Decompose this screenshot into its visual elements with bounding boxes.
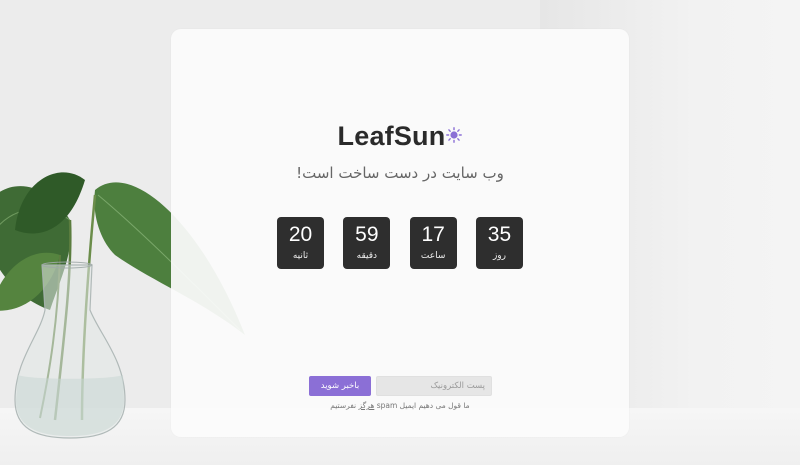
seconds-label: ثانیه <box>292 251 309 261</box>
countdown: 35 روز 17 ساعت 59 دقیقه 20 ثانیه <box>277 217 523 269</box>
countdown-hours: 17 ساعت <box>409 217 457 269</box>
minutes-label: دقیقه <box>356 251 378 261</box>
subscribe-form: باخبر شوید <box>309 376 492 396</box>
countdown-days: 35 روز <box>475 217 523 269</box>
coming-soon-card: LeafSun وب سایت در دست ساخت است! 35 روز … <box>171 29 629 437</box>
email-input[interactable] <box>376 376 492 396</box>
countdown-seconds: 20 ثانیه <box>277 217 324 269</box>
hours-label: ساعت <box>420 251 446 261</box>
logo-text: LeafSun <box>337 121 446 151</box>
sun-icon <box>446 119 463 143</box>
subscribe-button[interactable]: باخبر شوید <box>309 376 371 396</box>
note-text-before: ما قول می دهیم ایمیل spam <box>374 401 470 410</box>
hours-value: 17 <box>421 223 445 246</box>
no-spam-note: ما قول می دهیم ایمیل spam هرگز نفرستیم <box>171 401 629 410</box>
note-text-after: نفرستیم <box>330 401 359 410</box>
seconds-value: 20 <box>288 223 313 246</box>
days-label: روز <box>492 251 506 261</box>
note-emphasis: هرگز <box>358 401 375 410</box>
logo: LeafSun <box>171 121 629 152</box>
minutes-value: 59 <box>355 223 379 246</box>
tagline: وب سایت در دست ساخت است! <box>296 164 504 182</box>
countdown-minutes: 59 دقیقه <box>343 217 391 269</box>
days-value: 35 <box>487 223 512 246</box>
